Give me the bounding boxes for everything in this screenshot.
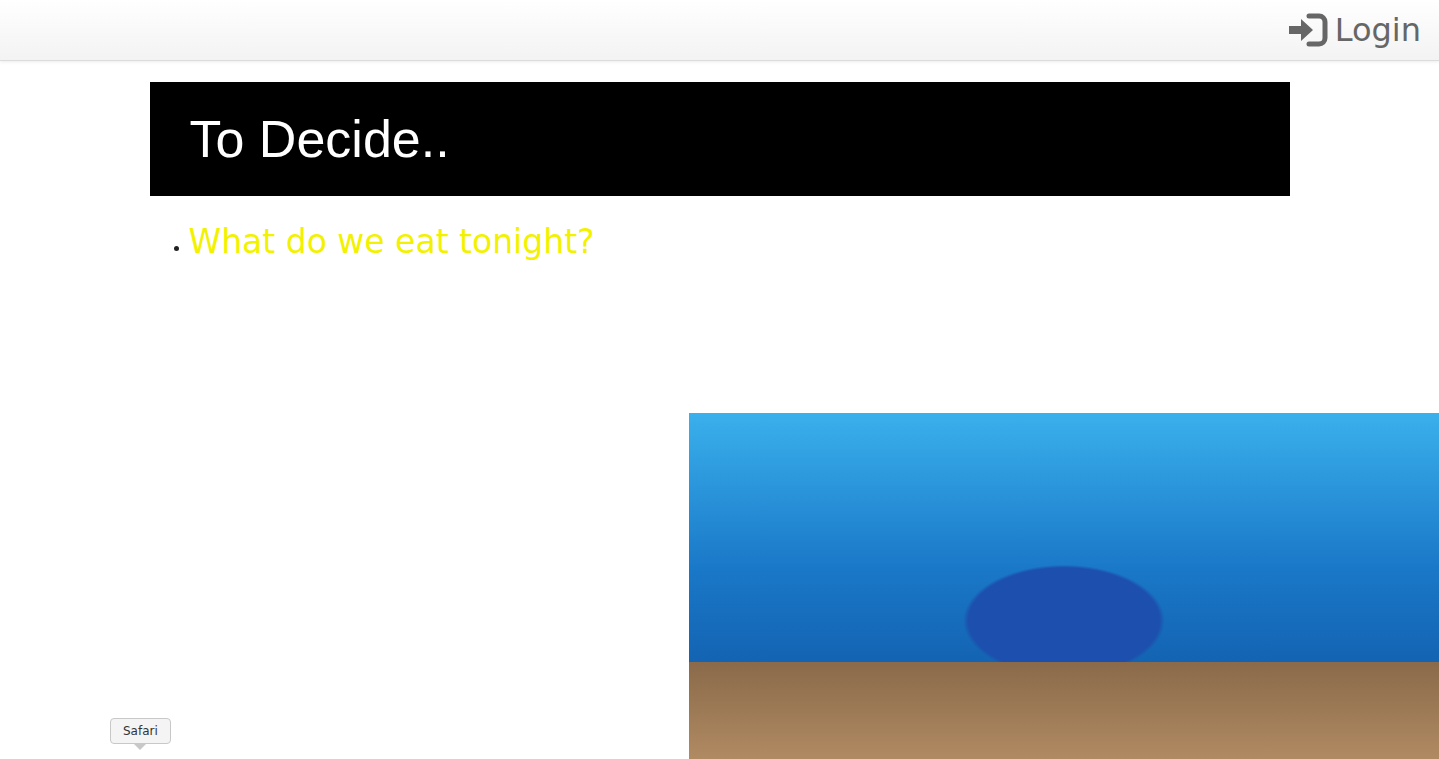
top-bar: Login — [0, 0, 1439, 61]
tooltip-label: Safari — [110, 718, 171, 744]
login-button[interactable]: Login — [1287, 11, 1421, 49]
login-label: Login — [1335, 11, 1421, 49]
tooltip-arrow — [134, 744, 146, 750]
restaurant-photo — [689, 413, 1439, 759]
list-item: What do we eat tonight? — [174, 218, 1290, 266]
photo-row — [0, 413, 1439, 759]
bullet-dot — [174, 246, 179, 251]
web-page: Login To Decide.. What do we eat tonight? S… — [0, 0, 1439, 759]
content: To Decide.. What do we eat tonight? — [150, 82, 1290, 266]
sign-in-icon — [1287, 12, 1329, 48]
list-item-text: What do we eat tonight? — [189, 218, 595, 266]
dock-tooltip: Safari — [110, 718, 171, 750]
bullet-list: What do we eat tonight? — [150, 218, 1290, 266]
banner-title: To Decide.. — [190, 108, 450, 170]
title-banner: To Decide.. — [150, 82, 1290, 196]
